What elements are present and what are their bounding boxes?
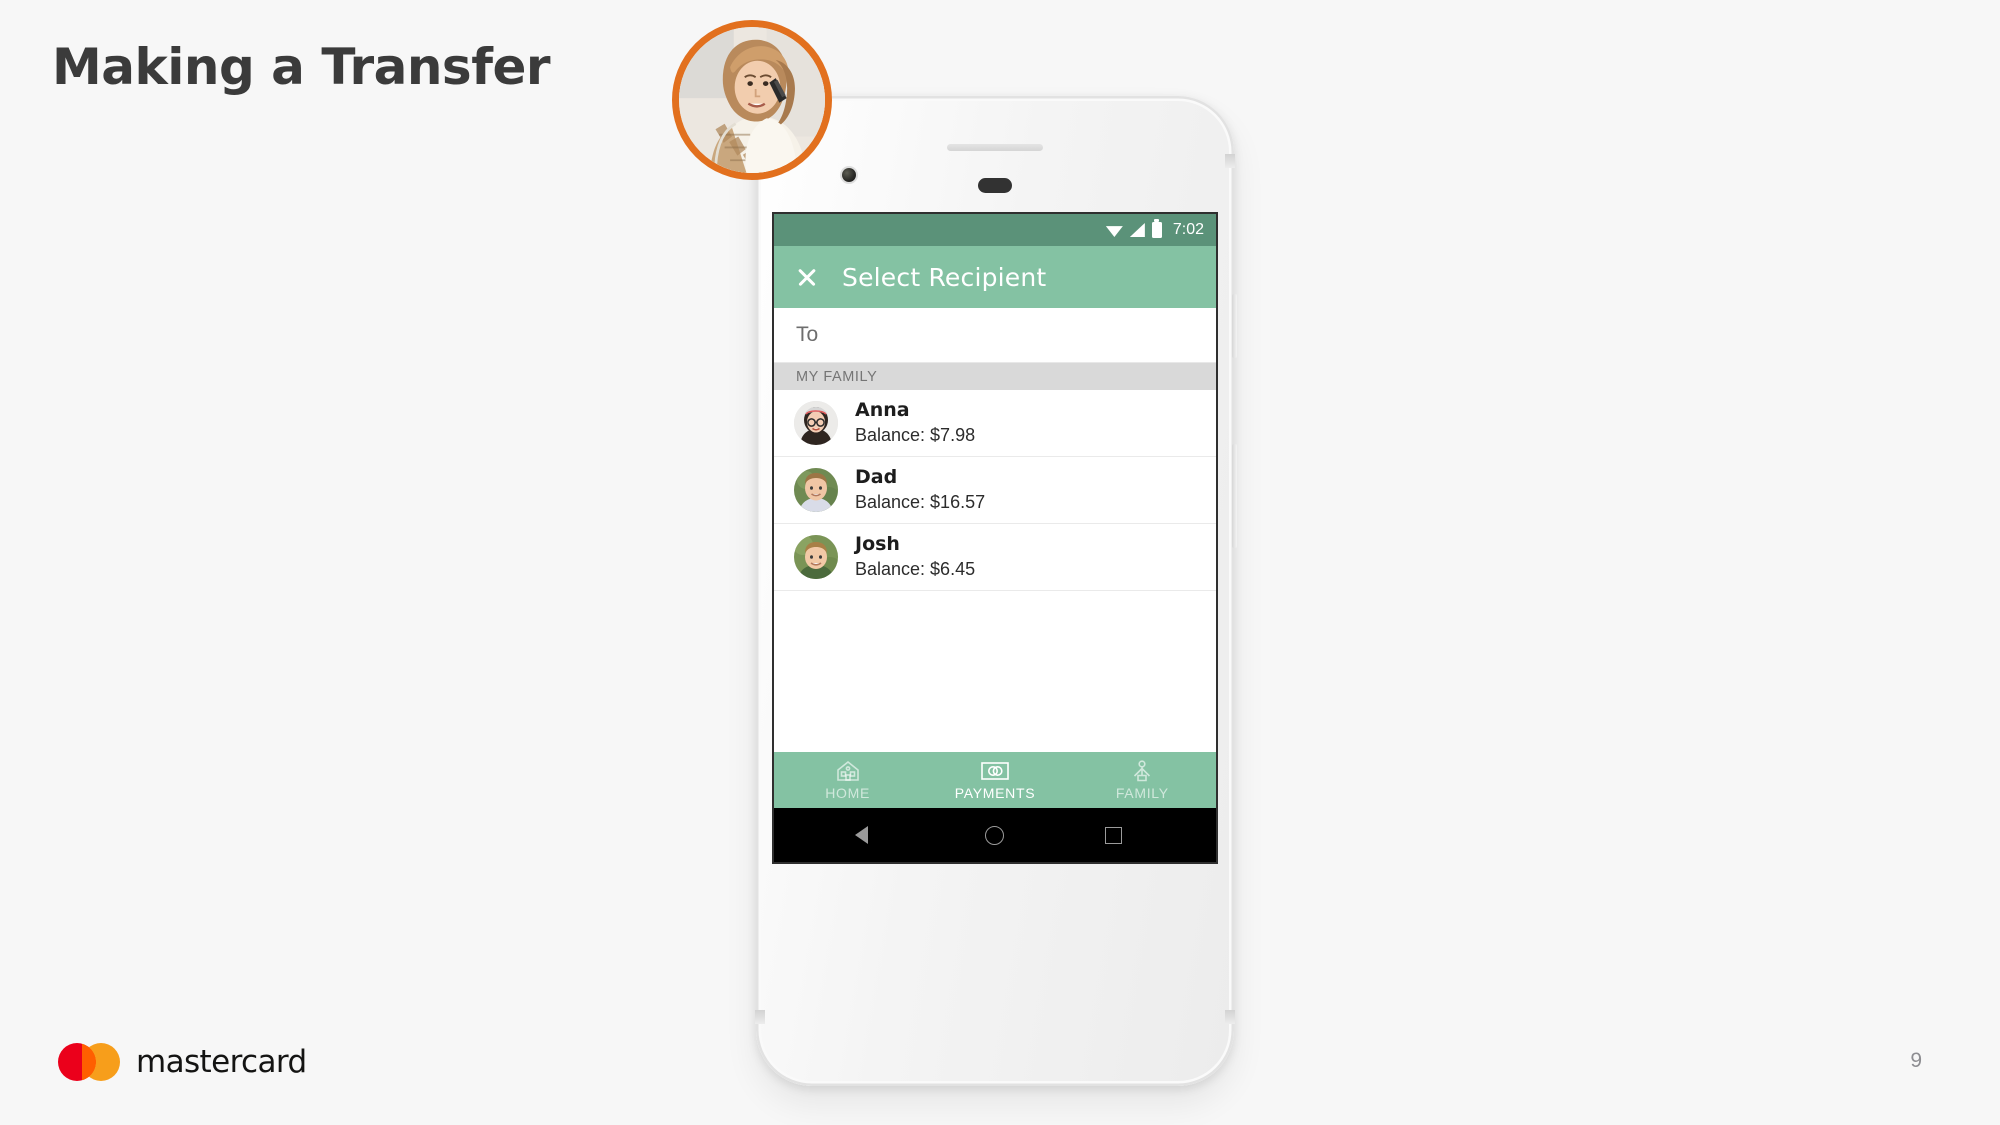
anna-avatar xyxy=(794,401,838,445)
front-camera xyxy=(842,168,856,182)
contact-balance: Balance: $7.98 xyxy=(855,425,976,446)
power-button[interactable] xyxy=(1232,294,1237,358)
app-bar: Select Recipient xyxy=(774,246,1216,308)
section-header-my-family: MY FAMILY xyxy=(774,363,1216,390)
android-system-nav xyxy=(774,808,1216,862)
table-row[interactable]: Anna Balance: $7.98 xyxy=(774,390,1216,457)
josh-avatar xyxy=(794,535,838,579)
contact-name: Dad xyxy=(855,466,898,489)
contact-name: Josh xyxy=(855,533,900,556)
section-header-label: MY FAMILY xyxy=(796,368,878,385)
to-placeholder: To xyxy=(796,323,819,346)
contact-list: Anna Balance: $7.98 Dad Balance: $16.57 … xyxy=(774,390,1216,759)
status-bar: 7:02 xyxy=(774,214,1216,246)
mastercard-wordmark: mastercard xyxy=(136,1044,307,1080)
signal-icon xyxy=(1129,223,1145,237)
card-icon xyxy=(980,760,1010,782)
nav-label-family: FAMILY xyxy=(1115,784,1169,801)
antenna-band xyxy=(1225,1010,1235,1024)
contact-info: Dad Balance: $16.57 xyxy=(855,466,985,513)
back-triangle-icon[interactable] xyxy=(854,825,884,845)
person-icon xyxy=(1130,759,1154,782)
nav-item-home[interactable]: HOME xyxy=(774,752,921,808)
earpiece-speaker xyxy=(947,144,1043,151)
contact-balance: Balance: $16.57 xyxy=(855,492,986,513)
page-title: Making a Transfer xyxy=(52,38,551,96)
nav-label-payments: PAYMENTS xyxy=(954,784,1036,801)
table-row[interactable]: Josh Balance: $6.45 xyxy=(774,524,1216,591)
nav-label-home: HOME xyxy=(825,784,871,801)
volume-button[interactable] xyxy=(1232,444,1237,548)
dad-avatar xyxy=(794,468,838,512)
contact-info: Josh Balance: $6.45 xyxy=(855,533,975,580)
status-bar-time: 7:02 xyxy=(1172,221,1204,238)
mastercard-overlap xyxy=(82,1043,96,1081)
presenter-avatar xyxy=(672,20,832,180)
home-circle-icon[interactable] xyxy=(984,825,1004,845)
contact-balance: Balance: $6.45 xyxy=(855,559,976,580)
recipient-to-field[interactable]: To xyxy=(774,308,1216,363)
nav-item-family[interactable]: FAMILY xyxy=(1069,752,1216,808)
contact-name: Anna xyxy=(855,399,910,422)
battery-icon xyxy=(1151,219,1162,238)
mastercard-logo: mastercard xyxy=(58,1043,307,1081)
close-icon[interactable] xyxy=(796,266,818,288)
contact-info: Anna Balance: $7.98 xyxy=(855,399,975,446)
nav-item-payments[interactable]: PAYMENTS xyxy=(921,752,1068,808)
antenna-band xyxy=(755,1010,765,1024)
sensor-pill xyxy=(978,178,1012,193)
recents-square-icon[interactable] xyxy=(1104,826,1122,844)
list-empty-space xyxy=(774,591,1216,759)
home-icon xyxy=(835,760,861,782)
antenna-band xyxy=(1225,154,1235,168)
slide-canvas: Making a Transfer 9 mastercard 7:02 Sele… xyxy=(0,0,2000,1125)
mastercard-circles-icon xyxy=(58,1043,120,1081)
phone-screen: 7:02 Select Recipient To MY FAMILY Anna … xyxy=(774,214,1216,862)
bottom-navigation: HOME PAYMENTS FAMILY xyxy=(774,752,1216,808)
phone-device: 7:02 Select Recipient To MY FAMILY Anna … xyxy=(755,96,1237,1086)
app-bar-title: Select Recipient xyxy=(842,262,1047,292)
wifi-icon xyxy=(1105,226,1123,237)
page-number: 9 xyxy=(1910,1049,1922,1072)
table-row[interactable]: Dad Balance: $16.57 xyxy=(774,457,1216,524)
